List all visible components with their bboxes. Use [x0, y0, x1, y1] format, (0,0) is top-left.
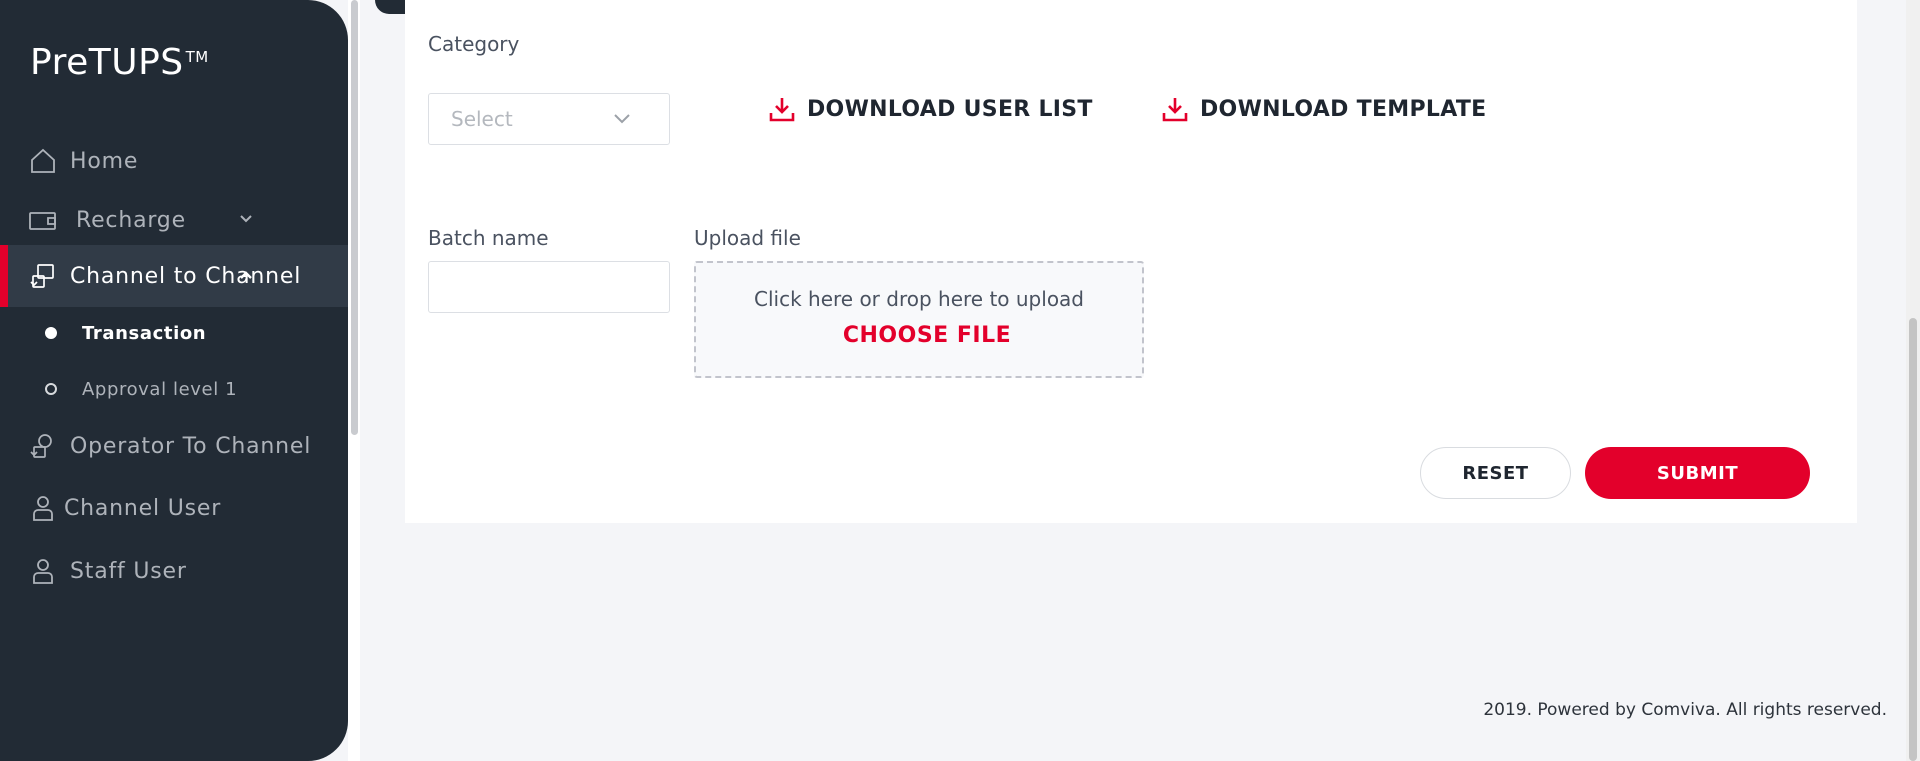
sidebar-item-recharge[interactable]: Recharge	[0, 189, 348, 251]
upload-dropzone[interactable]: Click here or drop here to upload CHOOSE…	[694, 261, 1144, 378]
wallet-icon	[28, 205, 58, 235]
chevron-down-icon	[614, 114, 630, 124]
chevron-down-icon	[240, 215, 252, 223]
operator-icon	[28, 431, 58, 461]
bullet-empty-icon	[45, 383, 57, 395]
sidebar-item-channel-user[interactable]: Channel User	[0, 477, 348, 539]
home-icon	[28, 146, 58, 176]
sidebar-item-label: Operator To Channel	[70, 433, 312, 459]
upload-file-label: Upload file	[694, 226, 801, 250]
sidebar-item-operator-to-channel[interactable]: Operator To Channel	[0, 415, 348, 477]
batch-name-label: Batch name	[428, 226, 549, 250]
page-scrollbar-thumb[interactable]	[1909, 318, 1917, 761]
app-logo[interactable]: PreTUPS TM	[30, 42, 209, 83]
upload-hint: Click here or drop here to upload	[754, 287, 1084, 311]
user-icon	[28, 493, 58, 523]
download-icon	[1162, 98, 1188, 122]
bulk-transfer-form-card: Category Select DOWNLOAD USER LIST DOWNL…	[405, 0, 1857, 523]
choose-file-button[interactable]: CHOOSE FILE	[696, 323, 1142, 348]
sidebar-item-label: Recharge	[76, 207, 186, 233]
sidebar: PreTUPS TM Home Recharge Channel to Chann…	[0, 0, 348, 761]
batch-name-input[interactable]	[428, 261, 670, 313]
sidebar-item-staff-user[interactable]: Staff User	[0, 540, 348, 602]
sidebar-scrollbar-thumb[interactable]	[351, 0, 358, 435]
sidebar-subitem-label: Transaction	[82, 322, 207, 344]
sidebar-item-home[interactable]: Home	[0, 130, 348, 192]
page-scrollbar[interactable]	[1906, 0, 1920, 761]
sidebar-item-label: Staff User	[70, 558, 187, 584]
category-select-placeholder: Select	[451, 107, 513, 131]
sidebar-item-label: Channel to Channel	[70, 263, 302, 289]
bullet-filled-icon	[45, 327, 57, 339]
chevron-up-icon	[240, 271, 252, 279]
user-icon	[28, 556, 58, 586]
submit-button[interactable]: SUBMIT	[1585, 447, 1810, 499]
download-user-list-label: DOWNLOAD USER LIST	[807, 96, 1093, 122]
footer-copyright: 2019. Powered by Comviva. All rights res…	[1483, 700, 1887, 720]
reset-button[interactable]: RESET	[1420, 447, 1571, 499]
sidebar-item-channel-to-channel[interactable]: Channel to Channel	[0, 245, 348, 307]
sidebar-subitem-transaction[interactable]: Transaction	[0, 313, 348, 353]
category-label: Category	[428, 32, 520, 56]
channel-transfer-icon	[28, 261, 58, 291]
logo-text: PreTUPS	[30, 42, 184, 83]
sidebar-subitem-label: Approval level 1	[82, 378, 238, 400]
download-template-button[interactable]: DOWNLOAD TEMPLATE	[1162, 96, 1486, 122]
sidebar-subitem-approval-level-1[interactable]: Approval level 1	[0, 369, 348, 409]
sidebar-item-label: Home	[70, 148, 139, 174]
category-select[interactable]: Select	[428, 93, 670, 145]
download-user-list-button[interactable]: DOWNLOAD USER LIST	[769, 96, 1093, 122]
download-template-label: DOWNLOAD TEMPLATE	[1200, 96, 1487, 122]
download-icon	[769, 98, 795, 122]
sidebar-item-label: Channel User	[64, 495, 222, 521]
logo-trademark: TM	[185, 48, 209, 66]
